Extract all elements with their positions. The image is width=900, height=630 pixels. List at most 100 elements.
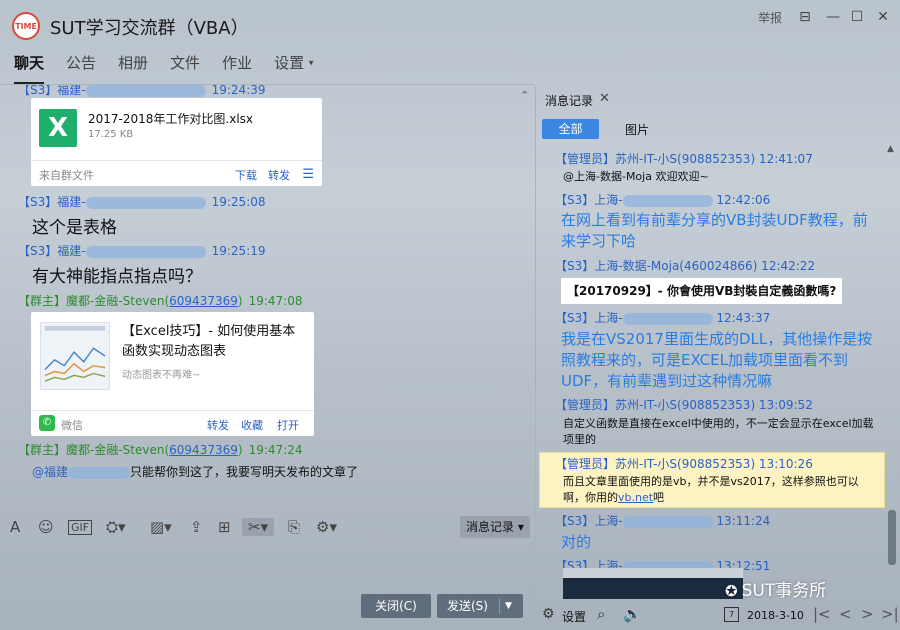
screenshot-scissors-icon[interactable]: ✂▾	[242, 518, 275, 536]
message-time: 19:47:24	[248, 443, 303, 457]
tab-label: 设置	[274, 54, 305, 72]
close-icon[interactable]: ✕	[874, 8, 892, 26]
minimize-icon[interactable]: —	[824, 8, 842, 26]
file-name[interactable]: 2017-2018年工作对比图.xlsx	[88, 110, 253, 127]
close-icon[interactable]: ✕	[599, 91, 610, 106]
gift-icon[interactable]: ⊞	[218, 518, 231, 536]
sender-role: 【群主】	[18, 294, 67, 308]
pin-icon[interactable]: ⊟	[796, 8, 814, 26]
sender-qq-link[interactable]: 609437369	[169, 294, 238, 308]
log-text-part: 而且文章里面使用的是vb，并不是vs2017，这样参照也可以啊，你用的	[563, 475, 859, 504]
tab-label: 文件	[170, 54, 201, 72]
scroll-thumb[interactable]	[888, 510, 896, 565]
more-icon[interactable]: ⚙▾	[316, 518, 337, 536]
tab-homework[interactable]: 作业	[222, 52, 252, 78]
sender-name[interactable]: 福建-	[57, 85, 85, 97]
log-sender: 【管理员】苏州-IT-小S(908852353) 13:10:26	[555, 457, 813, 471]
message-time: 19:47:08	[248, 294, 303, 308]
message-sender: 【S3】福建- 19:24:39	[18, 85, 266, 98]
log-sender-prefix: 【S3】上海-	[555, 311, 623, 325]
blurred-name	[622, 312, 713, 325]
favorite-link[interactable]: 收藏	[241, 417, 263, 433]
next-page-icon[interactable]: >	[861, 605, 874, 623]
last-page-icon[interactable]: >|	[881, 605, 899, 623]
collapse-icon[interactable]: ⌃	[520, 89, 529, 102]
settings-label[interactable]: 设置	[562, 608, 586, 625]
file-card-footer: 来自群文件 下载 转发 ☰	[31, 160, 322, 186]
log-time: 12:42:06	[716, 193, 771, 207]
mention-link[interactable]: @福建	[32, 465, 68, 479]
sender-name[interactable]: 魔都-金融-Steven(	[66, 443, 169, 457]
speaker-icon[interactable]: 🔈	[623, 605, 642, 623]
filter-pictures-button[interactable]: 图片	[625, 121, 649, 138]
history-log[interactable]: 【管理员】苏州-IT-小S(908852353) 12:41:07 @上海-数据…	[537, 144, 889, 599]
close-button[interactable]: 关闭(C)	[361, 594, 431, 618]
shared-image[interactable]	[563, 568, 743, 599]
download-link[interactable]: 下载	[235, 167, 257, 183]
history-doc-icon[interactable]: ⎘	[288, 518, 300, 536]
send-label: 发送(S)	[447, 599, 488, 613]
message-text: @福建 只能帮你到这了，我要写明天发布的文章了	[32, 463, 358, 480]
robot-icon[interactable]: ⛭▾	[106, 518, 126, 536]
search-icon[interactable]: ⌕	[597, 605, 605, 623]
message-sender: 【S3】福建- 19:25:19	[18, 242, 266, 259]
message-sender: 【S3】福建- 19:25:08	[18, 193, 266, 210]
log-sender: 【S3】上海- 12:43:37	[555, 309, 770, 326]
history-panel-tab[interactable]: 消息记录	[545, 92, 593, 109]
reply-text: 只能帮你到这了，我要写明天发布的文章了	[130, 465, 359, 479]
file-size: 17.25 KB	[88, 129, 134, 140]
sender-name[interactable]: 福建-	[57, 195, 85, 209]
wechat-icon: ✆	[39, 415, 55, 431]
sender-role: 【群主】	[18, 443, 67, 457]
message-history-button[interactable]: 消息记录 ▾	[460, 516, 530, 538]
report-button[interactable]: 举报	[758, 9, 782, 26]
tab-announcement[interactable]: 公告	[66, 52, 96, 78]
sender-name[interactable]: 福建-	[57, 244, 85, 258]
calendar-icon[interactable]: 7	[724, 607, 739, 622]
blurred-name	[85, 245, 206, 258]
gif-icon[interactable]: GIF	[68, 520, 93, 535]
open-link[interactable]: 打开	[277, 417, 299, 433]
log-sender: 【S3】上海- 13:11:24	[555, 512, 770, 529]
article-share-card[interactable]: 【Excel技巧】- 如何使用基本函数实现动态图表 动态图表不再难~ ✆ 微信 …	[31, 312, 314, 436]
blurred-name	[68, 466, 131, 479]
link[interactable]: vb.net	[618, 491, 653, 504]
image-icon[interactable]: ▨▾	[150, 518, 172, 536]
tab-files[interactable]: 文件	[170, 52, 200, 78]
first-page-icon[interactable]: |<	[813, 605, 831, 623]
tab-settings[interactable]: 设置 ▾	[274, 52, 313, 78]
upload-icon[interactable]: ⇪	[190, 518, 203, 536]
settings-icon[interactable]: ⚙	[542, 606, 555, 622]
emoji-icon[interactable]: ☺	[38, 518, 54, 536]
article-card-footer: ✆ 微信 转发 收藏 打开	[31, 410, 314, 436]
notice-title[interactable]: 【20170929】- 你會使用VB封裝自定義函數嗎?	[561, 278, 843, 304]
filter-all-button[interactable]: 全部	[542, 119, 599, 139]
history-scrollbar[interactable]: ▲	[887, 144, 896, 599]
sender-qq-link[interactable]: 609437369	[169, 443, 238, 457]
maximize-icon[interactable]: ☐	[848, 8, 866, 26]
chevron-down-icon[interactable]: ▼	[505, 594, 512, 618]
scroll-up-icon[interactable]: ▲	[887, 144, 894, 154]
panel-divider[interactable]	[535, 86, 536, 630]
font-icon[interactable]: A	[10, 518, 20, 536]
forward-link[interactable]: 转发	[207, 417, 229, 433]
group-logo[interactable]: TIME	[12, 12, 40, 40]
article-title[interactable]: 【Excel技巧】- 如何使用基本函数实现动态图表	[122, 322, 308, 362]
send-button[interactable]: 发送(S) ▼	[437, 594, 523, 618]
forward-link[interactable]: 转发	[268, 167, 290, 183]
tab-chat[interactable]: 聊天	[14, 52, 45, 84]
tab-label: 聊天	[14, 54, 45, 72]
log-sender: 【S3】上海- 12:42:06	[555, 191, 770, 208]
log-time: 13:11:24	[716, 514, 771, 528]
chat-message-area[interactable]: ⌃ 【S3】福建- 19:24:39 X 2017-2018年工作对比图.xlsx…	[0, 85, 535, 505]
menu-icon[interactable]: ☰	[302, 167, 314, 182]
tab-album[interactable]: 相册	[118, 52, 148, 78]
sender-name[interactable]: 魔都-金融-Steven(	[66, 294, 169, 308]
log-text: 在网上看到有前辈分享的VB封装UDF教程，前来学习下哈	[561, 211, 868, 250]
prev-page-icon[interactable]: <	[839, 605, 852, 623]
message-sender: 【群主】魔都-金融-Steven(609437369) 19:47:08	[18, 292, 302, 309]
sender-role: 【S3】	[18, 85, 58, 97]
message-text: 有大神能指点指点吗？	[32, 267, 202, 287]
title-bar: TIME SUT学习交流群（VBA） 举报 ⊟ — ☐ ✕	[0, 0, 900, 48]
file-card[interactable]: X 2017-2018年工作对比图.xlsx 17.25 KB 来自群文件 下载…	[31, 98, 322, 186]
